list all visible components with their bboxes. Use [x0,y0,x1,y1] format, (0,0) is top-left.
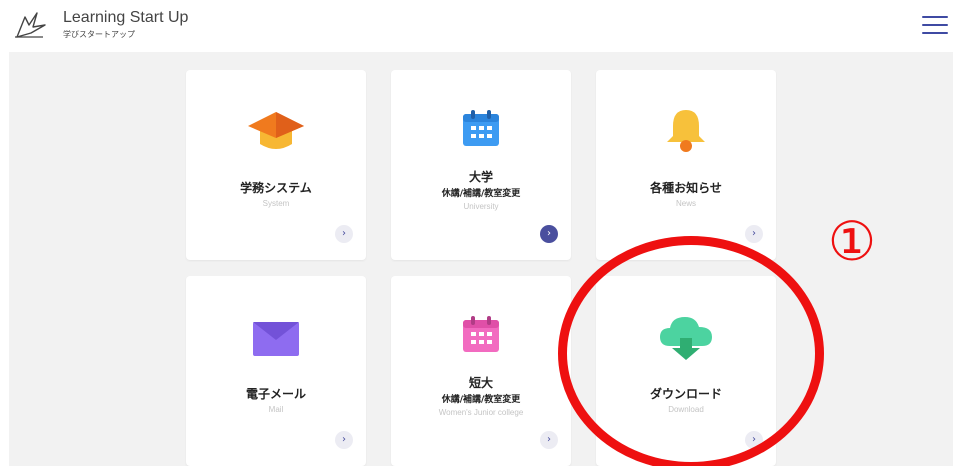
chevron-right-icon[interactable]: › [540,225,558,243]
chevron-right-icon[interactable]: › [745,225,763,243]
card-english-label: Mail [268,405,284,414]
annotation-number: ① [827,210,877,273]
star-book-icon [15,12,46,38]
card-news[interactable]: 各種お知らせ News › [596,70,776,260]
card-english-label: News [675,199,696,208]
cloud-download-icon [660,317,712,360]
card-email[interactable]: 電子メール Mail › [186,276,366,466]
card-subtitle: 休講/補講/教室変更 [441,395,521,405]
card-university[interactable]: 大学 休講/補講/教室変更 University › [391,70,571,260]
app-header: Learning Start Up 学びスタートアップ [0,0,953,52]
chevron-right-icon[interactable]: › [335,225,353,243]
card-title: 電子メール [245,387,306,401]
envelope-icon [253,322,299,356]
card-junior-college[interactable]: 短大 休講/補講/教室変更 Women's Junior college › [391,276,571,466]
card-download[interactable]: ダウンロード Download › [596,276,776,466]
chevron-right-icon[interactable]: › [540,431,558,449]
chevron-right-icon[interactable]: › [745,431,763,449]
card-english-label: University [463,202,499,211]
card-english-label: Download [668,405,704,414]
app-logo[interactable]: Learning Start Up 学びスタートアップ [13,8,213,44]
card-subtitle: 休講/補講/教室変更 [441,189,521,199]
card-title: 大学 [468,170,493,184]
card-academic-system[interactable]: 学務システム System › [186,70,366,260]
graduation-cap-icon [248,112,304,149]
bell-icon [667,110,705,152]
calendar-blue-icon [463,110,499,146]
card-title: 学務システム [240,181,312,195]
card-title: 各種お知らせ [650,181,722,195]
chevron-right-icon[interactable]: › [335,431,353,449]
app-subtitle: 学びスタートアップ [63,30,135,39]
app-title: Learning Start Up [63,9,189,26]
card-title: ダウンロード [649,387,722,401]
calendar-pink-icon [463,316,499,352]
card-english-label: System [262,199,290,208]
hamburger-menu-icon[interactable] [922,14,948,36]
card-english-label: Women's Junior college [438,408,524,417]
card-title: 短大 [468,376,493,390]
